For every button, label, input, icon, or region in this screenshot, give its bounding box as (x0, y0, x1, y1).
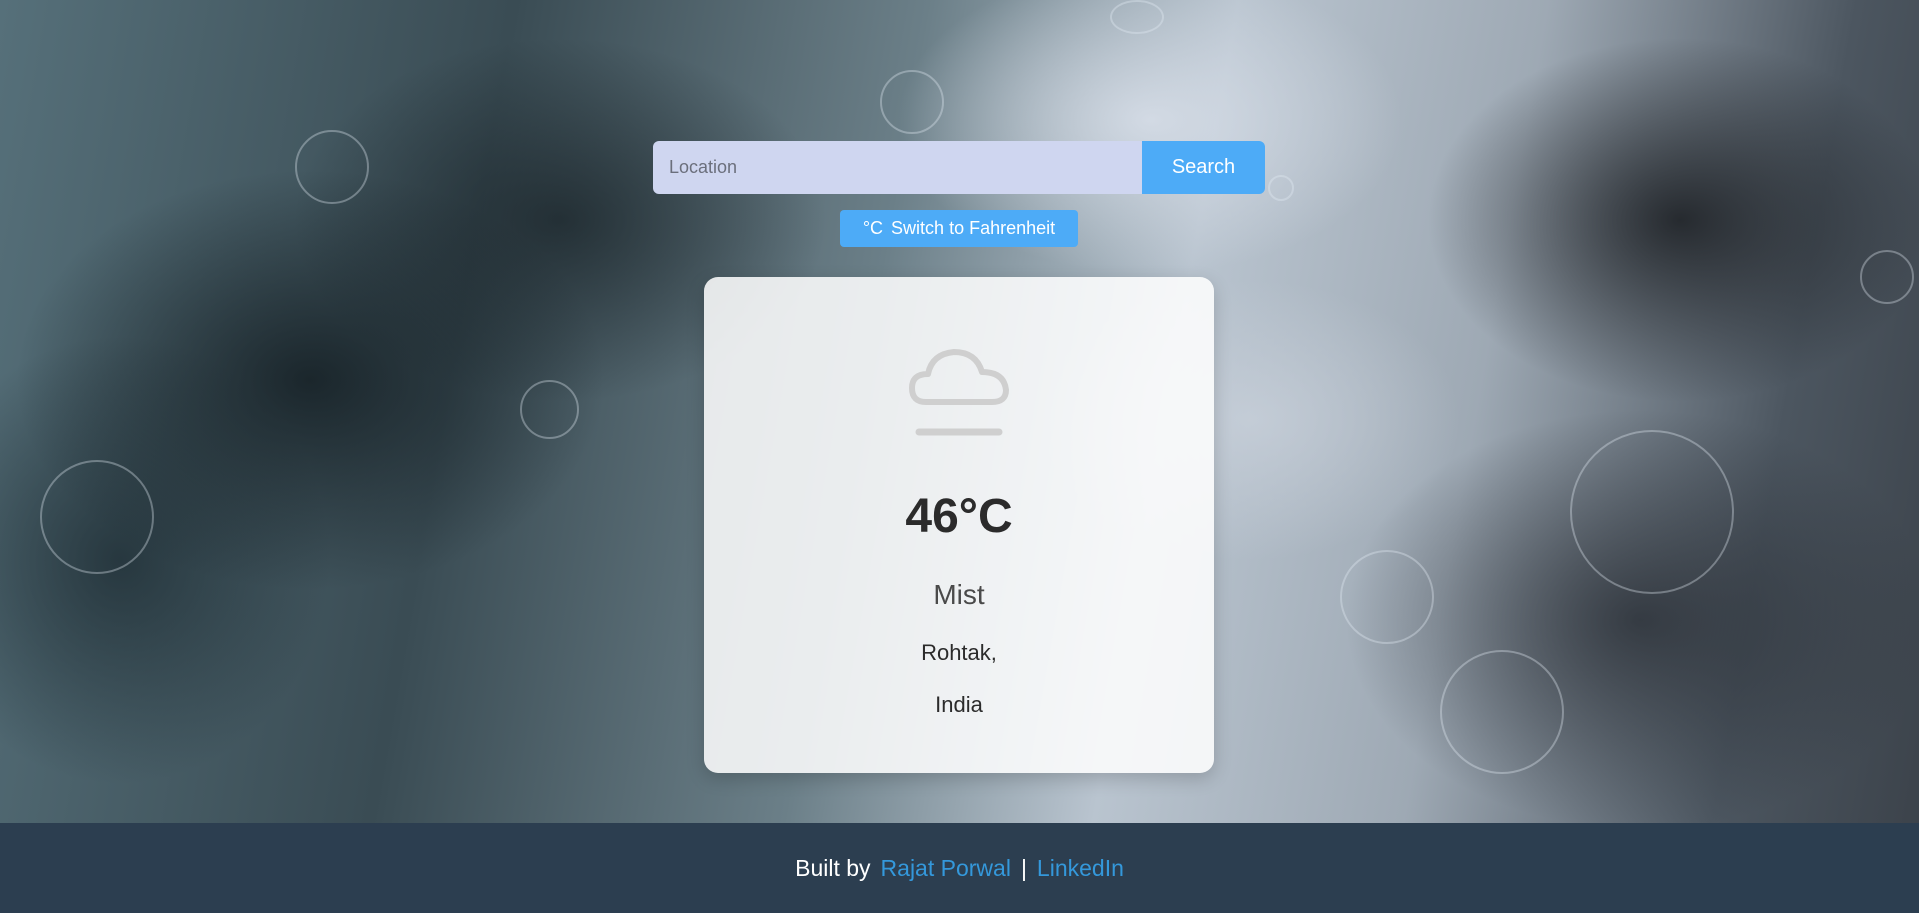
search-button[interactable]: Search (1142, 141, 1265, 194)
unit-toggle-label: Switch to Fahrenheit (891, 218, 1056, 238)
temperature-value: 46°C (905, 490, 1013, 543)
linkedin-link[interactable]: LinkedIn (1037, 855, 1124, 882)
location-search-input[interactable] (653, 141, 1142, 194)
cloud-mist-icon (904, 342, 1014, 442)
footer-built-by: Built by (795, 854, 871, 881)
unit-toggle-button[interactable]: °C Switch to Fahrenheit (840, 210, 1078, 247)
footer-separator: | (1020, 854, 1027, 881)
author-link[interactable]: Rajat Porwal (881, 855, 1011, 882)
country-name: India (935, 692, 983, 717)
weather-card: 46°C Mist Rohtak, India (704, 277, 1214, 773)
footer: Built by Rajat Porwal | LinkedIn (0, 823, 1919, 913)
city-name: Rohtak, (921, 640, 997, 665)
weather-condition: Mist (933, 579, 985, 610)
search-bar: Search (653, 141, 1265, 194)
unit-symbol: °C (862, 218, 884, 238)
